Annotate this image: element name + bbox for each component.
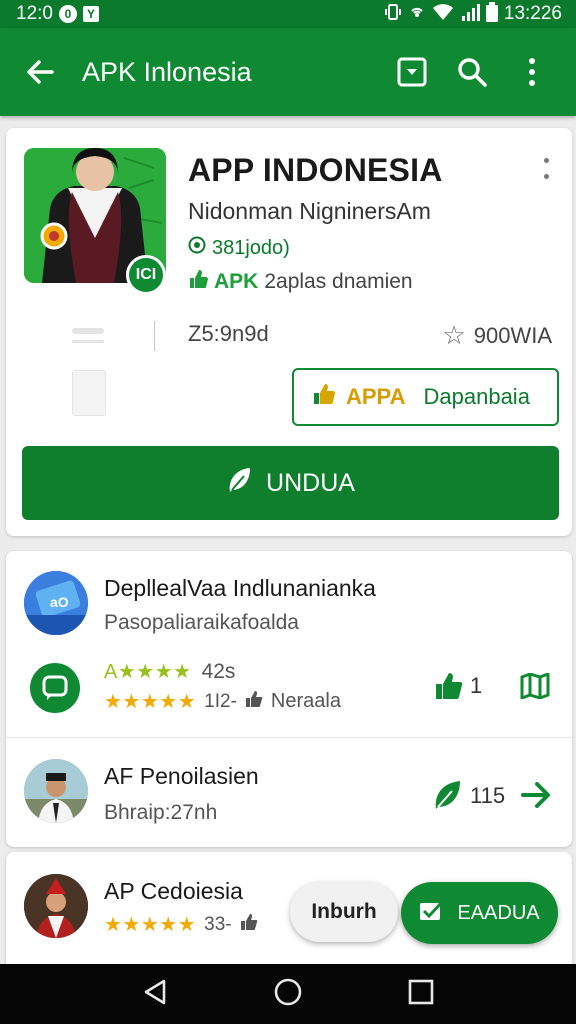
rating-row: ★★★★★ 33- <box>104 912 258 937</box>
app-meta-2-tag: APK <box>214 270 259 293</box>
avatar[interactable] <box>24 759 88 823</box>
card-more-icon[interactable] <box>536 152 556 184</box>
hotspot-icon <box>408 3 426 26</box>
download-count-button[interactable]: 115 <box>432 779 505 813</box>
list-item-extra: Neraala <box>270 690 341 712</box>
app-meta-row-2: APK 2aplas dnamien <box>188 269 413 295</box>
secondary-fab[interactable]: Inburh <box>290 882 398 942</box>
more-vert-icon[interactable] <box>504 44 560 100</box>
back-arrow-icon[interactable] <box>16 48 64 96</box>
list-item-subtitle: Pasopaliaraikafoalda <box>104 611 299 634</box>
system-nav-bar <box>0 964 576 1024</box>
rating-2: 1I2- <box>204 690 237 712</box>
status-right: 13:226 <box>384 1 562 27</box>
map-icon[interactable] <box>520 673 550 699</box>
notification-badge-icon: 0 <box>58 5 77 23</box>
app-badge-icon: ICI <box>126 255 166 295</box>
svg-text:аО: аО <box>50 594 69 610</box>
install-button[interactable]: UNDUA <box>22 446 559 520</box>
vibrate-icon <box>384 3 402 26</box>
status-time-left: 12:0 <box>16 3 53 24</box>
list-item-title[interactable]: AF Penoilasien <box>104 763 259 790</box>
placeholder-line <box>72 328 104 334</box>
wishlist-button[interactable]: APPA Dapanbaia <box>292 368 559 426</box>
thumb-icon <box>245 690 263 713</box>
status-left: 12:0 0 Y <box>16 3 99 25</box>
divider <box>6 737 572 738</box>
placeholder-line <box>72 340 104 343</box>
app-detail-card: ICI APP INDONESIA Nidonman NigninersAm 3… <box>6 128 572 536</box>
rating-row-1: A★★★★ 42s <box>104 659 235 684</box>
install-label: UNDUA <box>266 468 355 497</box>
wishlist-label-b: Dapanbaia <box>423 384 530 409</box>
nav-back-icon[interactable] <box>142 978 168 1011</box>
wishlist-label-a: APPA <box>346 384 406 409</box>
rating-1: 42s <box>201 659 236 683</box>
status-bar: 12:0 0 Y 13:226 <box>0 0 576 28</box>
checkbox-icon <box>419 899 445 927</box>
install-leaf-icon <box>226 466 252 501</box>
app-size: Z5:9n9d <box>188 321 269 346</box>
chat-icon[interactable] <box>30 663 80 713</box>
list-item-title[interactable]: DepllealVaa Indlunanianka <box>104 575 376 602</box>
divider <box>154 321 155 351</box>
list-item-subtitle: Bhraip:27nh <box>104 801 218 824</box>
mail-notification-icon: Y <box>82 6 99 22</box>
download-count: 115 <box>470 783 506 808</box>
rating-row-2: ★★★★★ 1I2- Neraala <box>104 689 341 714</box>
related-apps-card: аО DepllealVaa Indlunanianka Pasopaliara… <box>6 551 572 847</box>
nav-home-icon[interactable] <box>273 977 303 1012</box>
search-icon[interactable] <box>444 44 500 100</box>
page-title: APK Inlonesia <box>82 56 252 87</box>
signal-icon <box>460 3 480 26</box>
stars: ★★★★★ <box>104 914 197 936</box>
avatar[interactable] <box>24 874 88 938</box>
primary-fab-label: EAADUA <box>457 901 540 924</box>
placeholder-thumb <box>72 370 106 416</box>
app-meta-2-text: 2aplas dnamien <box>264 270 413 293</box>
app-meta-1: 381jodo) <box>212 236 290 259</box>
app-developer[interactable]: Nidonman NigninersAm <box>188 198 431 225</box>
nav-recents-icon[interactable] <box>408 979 434 1010</box>
forward-arrow-icon[interactable] <box>520 780 554 810</box>
stars-2: ★★★★★ <box>104 691 197 713</box>
install-box-icon[interactable] <box>384 44 440 100</box>
like-button[interactable]: 1 <box>434 671 482 701</box>
star-outline-icon: ☆ <box>442 320 466 350</box>
app-icon[interactable]: аО <box>24 571 88 635</box>
app-bar: APK Inlonesia <box>0 28 576 116</box>
status-time-right: 13:226 <box>503 3 562 24</box>
app-rating-value: 900WIA <box>473 322 552 348</box>
thumb-up-icon <box>188 269 208 295</box>
wifi-icon <box>432 3 454 26</box>
app-title: APP INDONESIA <box>188 152 443 188</box>
list-item-title[interactable]: AP Cedoiesia <box>104 878 243 905</box>
thumb-up-icon <box>312 383 336 411</box>
primary-fab[interactable]: EAADUA <box>401 882 558 944</box>
app-rating: ☆ 900WIA <box>442 320 552 351</box>
app-meta-row-1: 381jodo) <box>188 236 290 260</box>
rating: 33- <box>204 913 232 935</box>
stars-1: A★★★★ <box>104 661 192 683</box>
battery-icon <box>485 1 498 27</box>
thumb-icon <box>240 913 258 936</box>
verified-icon <box>188 236 206 260</box>
like-count: 1 <box>470 673 483 698</box>
